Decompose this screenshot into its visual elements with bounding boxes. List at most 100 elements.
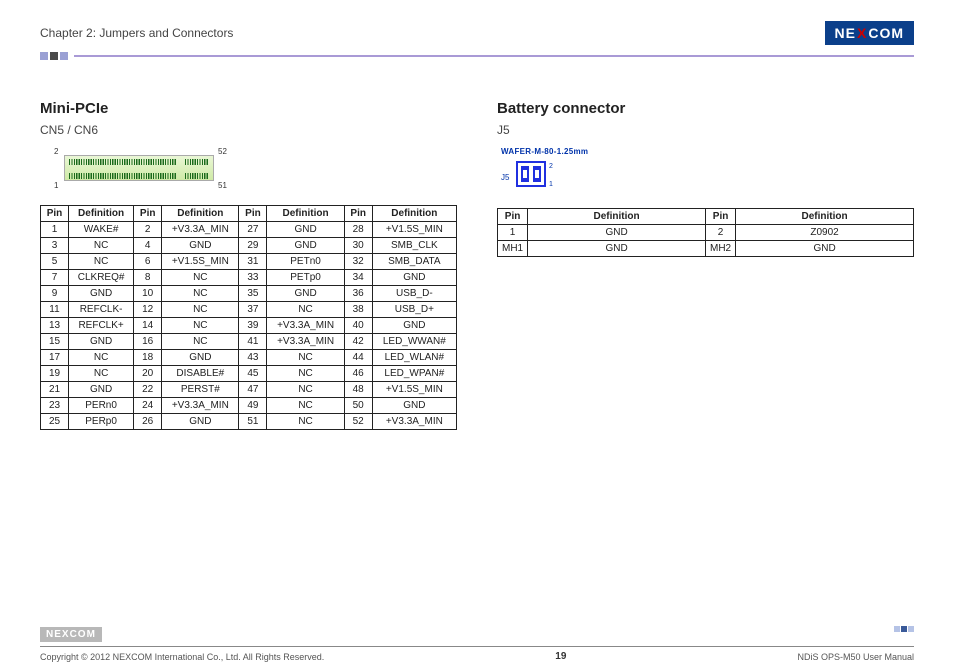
definition-cell: GND — [528, 225, 706, 241]
definition-cell: REFCLK+ — [69, 318, 134, 334]
definition-cell: NC — [267, 366, 344, 382]
pin-cell: 10 — [134, 286, 162, 302]
definition-cell: +V3.3A_MIN — [162, 222, 239, 238]
definition-cell: +V3.3A_MIN — [267, 334, 344, 350]
table-row: 1WAKE#2+V3.3A_MIN27GND28+V1.5S_MIN — [41, 222, 457, 238]
definition-cell: GND — [736, 241, 914, 257]
pin-cell: 17 — [41, 350, 69, 366]
definition-cell: USB_D+ — [372, 302, 456, 318]
definition-cell: NC — [267, 414, 344, 430]
table-header: Pin — [706, 209, 736, 225]
pin-cell: 30 — [344, 238, 372, 254]
battery-pin-table: PinDefinitionPinDefinition 1GND2Z0902MH1… — [497, 208, 914, 257]
pin-cell: MH1 — [498, 241, 528, 257]
pin-cell: 21 — [41, 382, 69, 398]
table-header: Pin — [239, 206, 267, 222]
definition-cell: WAKE# — [69, 222, 134, 238]
manual-name: NDiS OPS-M50 User Manual — [797, 652, 914, 662]
table-row: 15GND16NC41+V3.3A_MIN42LED_WWAN# — [41, 334, 457, 350]
definition-cell: Z0902 — [736, 225, 914, 241]
corner-decoration — [894, 626, 914, 632]
pin-cell: 49 — [239, 398, 267, 414]
definition-cell: NC — [267, 302, 344, 318]
definition-cell: +V3.3A_MIN — [162, 398, 239, 414]
pin-cell: 29 — [239, 238, 267, 254]
pin-cell: 39 — [239, 318, 267, 334]
table-header: Definition — [736, 209, 914, 225]
table-row: MH1GNDMH2GND — [498, 241, 914, 257]
definition-cell: GND — [69, 382, 134, 398]
header-rule — [40, 52, 914, 60]
pin-cell: 35 — [239, 286, 267, 302]
table-header: Definition — [69, 206, 134, 222]
table-row: 25PERp026GND51NC52+V3.3A_MIN — [41, 414, 457, 430]
content: Mini-PCIe CN5 / CN6 2 52 1 51 PinDefinit… — [40, 100, 914, 430]
pin-cell: 14 — [134, 318, 162, 334]
battery-section: Battery connector J5 WAFER-M-80-1.25mm J… — [497, 100, 914, 430]
definition-cell: NC — [162, 318, 239, 334]
definition-cell: +V3.3A_MIN — [267, 318, 344, 334]
definition-cell: LED_WLAN# — [372, 350, 456, 366]
definition-cell: +V1.5S_MIN — [372, 382, 456, 398]
definition-cell: PERST# — [162, 382, 239, 398]
pin-cell: 19 — [41, 366, 69, 382]
pin-cell: 13 — [41, 318, 69, 334]
connector-ref-battery: J5 — [497, 123, 914, 137]
definition-cell: GND — [372, 398, 456, 414]
table-header: Pin — [498, 209, 528, 225]
pin-cell: 7 — [41, 270, 69, 286]
table-row: 5NC6+V1.5S_MIN31PETn032SMB_DATA — [41, 254, 457, 270]
table-header: Definition — [162, 206, 239, 222]
definition-cell: NC — [69, 350, 134, 366]
table-row: 7CLKREQ#8NC33PETp034GND — [41, 270, 457, 286]
pin-cell: 34 — [344, 270, 372, 286]
svg-text:2: 2 — [549, 163, 553, 170]
definition-cell: NC — [69, 254, 134, 270]
table-row: 13REFCLK+14NC39+V3.3A_MIN40GND — [41, 318, 457, 334]
definition-cell: USB_D- — [372, 286, 456, 302]
pin-cell: 51 — [239, 414, 267, 430]
pin-cell: 3 — [41, 238, 69, 254]
table-row: 21GND22PERST#47NC48+V1.5S_MIN — [41, 382, 457, 398]
pin-cell: 37 — [239, 302, 267, 318]
pin-cell: 16 — [134, 334, 162, 350]
chapter-title: Chapter 2: Jumpers and Connectors — [40, 26, 233, 40]
definition-cell: LED_WPAN# — [372, 366, 456, 382]
pin-cell: 42 — [344, 334, 372, 350]
pin-cell: 1 — [41, 222, 69, 238]
definition-cell: GND — [162, 350, 239, 366]
table-row: 3NC4GND29GND30SMB_CLK — [41, 238, 457, 254]
definition-cell: GND — [528, 241, 706, 257]
definition-cell: SMB_CLK — [372, 238, 456, 254]
definition-cell: NC — [162, 334, 239, 350]
section-title-minipcie: Mini-PCIe — [40, 100, 457, 117]
pin-cell: 50 — [344, 398, 372, 414]
definition-cell: +V3.3A_MIN — [372, 414, 456, 430]
minipcie-diagram: 2 52 1 51 — [50, 147, 230, 191]
definition-cell: GND — [162, 414, 239, 430]
definition-cell: PERn0 — [69, 398, 134, 414]
table-row: 11REFCLK-12NC37NC38USB_D+ — [41, 302, 457, 318]
page-footer: NEXCOM Copyright © 2012 NEXCOM Internati… — [40, 624, 914, 662]
mini-pcie-section: Mini-PCIe CN5 / CN6 2 52 1 51 PinDefinit… — [40, 100, 457, 430]
pin-cell: MH2 — [706, 241, 736, 257]
definition-cell: NC — [162, 286, 239, 302]
pin-cell: 52 — [344, 414, 372, 430]
table-header: Definition — [528, 209, 706, 225]
definition-cell: GND — [267, 238, 344, 254]
pin-cell: 4 — [134, 238, 162, 254]
pin-cell: 32 — [344, 254, 372, 270]
definition-cell: SMB_DATA — [372, 254, 456, 270]
definition-cell: NC — [267, 398, 344, 414]
battery-diag-ref: J5 — [501, 173, 510, 182]
pin-cell: 33 — [239, 270, 267, 286]
definition-cell: DISABLE# — [162, 366, 239, 382]
definition-cell: NC — [162, 302, 239, 318]
definition-cell: LED_WWAN# — [372, 334, 456, 350]
pin-cell: 6 — [134, 254, 162, 270]
definition-cell: GND — [372, 270, 456, 286]
table-header: Definition — [372, 206, 456, 222]
definition-cell: GND — [69, 334, 134, 350]
table-row: 19NC20DISABLE#45NC46LED_WPAN# — [41, 366, 457, 382]
pin-cell: 12 — [134, 302, 162, 318]
